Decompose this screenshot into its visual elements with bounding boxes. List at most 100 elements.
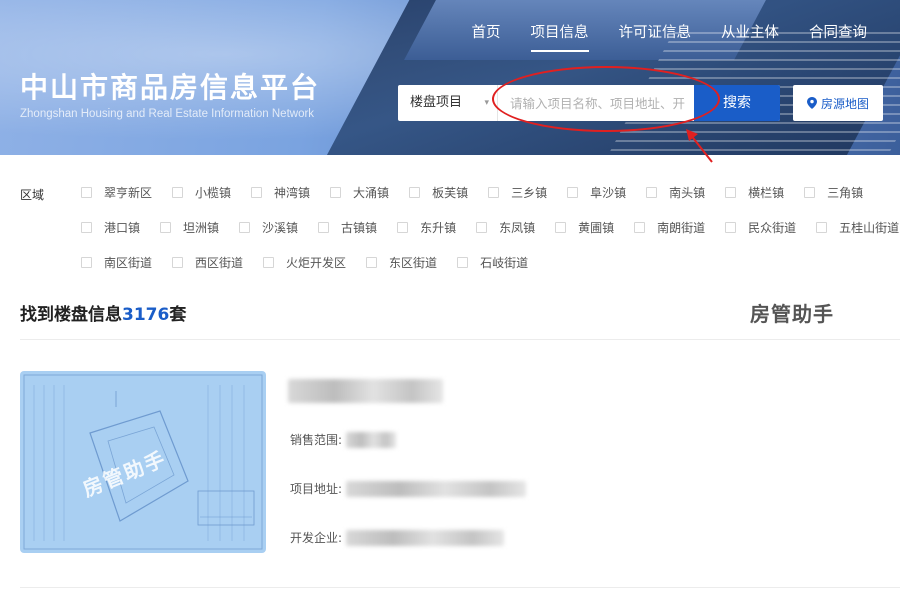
checkbox-icon[interactable] bbox=[646, 187, 658, 198]
checkbox-icon[interactable] bbox=[397, 222, 409, 233]
region-option[interactable]: 五桂山街道 bbox=[816, 219, 899, 236]
region-option-label: 三角镇 bbox=[827, 186, 864, 200]
region-options: 翠亨新区 小榄镇 神湾镇 大涌镇 板芙镇 三乡镇 阜沙镇 南头镇 横栏镇 三角镇港口镇 坦洲镇 沙溪镇… bbox=[81, 184, 899, 289]
region-option[interactable]: 坦洲镇 bbox=[160, 219, 219, 236]
site-title: 中山市商品房信息平台 bbox=[20, 71, 321, 104]
region-option[interactable]: 东凤镇 bbox=[476, 219, 535, 236]
search-type-select[interactable]: 楼盘项目 ▾ bbox=[398, 85, 498, 121]
result-count: 3176 bbox=[122, 305, 170, 325]
search-button[interactable]: 搜索 bbox=[694, 85, 780, 121]
checkbox-icon[interactable] bbox=[366, 257, 378, 268]
checkbox-icon[interactable] bbox=[318, 222, 330, 233]
checkbox-icon[interactable] bbox=[330, 187, 342, 198]
region-option[interactable]: 横栏镇 bbox=[725, 184, 784, 201]
project-thumbnail[interactable] bbox=[20, 371, 266, 553]
checkbox-icon[interactable] bbox=[816, 222, 828, 233]
sales-range-value-redacted bbox=[346, 431, 397, 448]
region-option[interactable]: 南头镇 bbox=[646, 184, 705, 201]
checkbox-icon[interactable] bbox=[725, 187, 737, 198]
region-option[interactable]: 东区街道 bbox=[366, 254, 437, 271]
region-option-label: 板芙镇 bbox=[432, 186, 469, 200]
nav-practitioners[interactable]: 从业主体 bbox=[706, 24, 794, 52]
developer-value-redacted bbox=[346, 529, 505, 546]
checkbox-icon[interactable] bbox=[81, 222, 92, 233]
checkbox-icon[interactable] bbox=[634, 222, 646, 233]
region-option-label: 东凤镇 bbox=[499, 221, 536, 235]
region-option[interactable]: 民众街道 bbox=[725, 219, 796, 236]
project-name-redacted[interactable] bbox=[288, 377, 443, 403]
region-option[interactable]: 古镇镇 bbox=[318, 219, 377, 236]
region-row: 南区街道 西区街道 火炬开发区 东区街道 石岐街道 bbox=[81, 254, 891, 289]
search-type-value: 楼盘项目 bbox=[410, 95, 463, 110]
region-option[interactable]: 小榄镇 bbox=[172, 184, 231, 201]
region-option-label: 南朗街道 bbox=[657, 221, 706, 235]
region-option-label: 阜沙镇 bbox=[590, 186, 627, 200]
sales-range-row: 销售范围: bbox=[290, 431, 397, 448]
region-row: 翠亨新区 小榄镇 神湾镇 大涌镇 板芙镇 三乡镇 阜沙镇 南头镇 横栏镇 三角镇 bbox=[81, 184, 891, 219]
checkbox-icon[interactable] bbox=[251, 187, 263, 198]
site-subtitle: Zhongshan Housing and Real Estate Inform… bbox=[20, 108, 315, 120]
checkbox-icon[interactable] bbox=[488, 187, 500, 198]
helper-watermark: 房管助手 bbox=[750, 302, 834, 326]
result-prefix: 找到楼盘信息 bbox=[20, 305, 122, 325]
nav-home[interactable]: 首页 bbox=[457, 24, 516, 52]
checkbox-icon[interactable] bbox=[567, 187, 579, 198]
checkbox-icon[interactable] bbox=[725, 222, 737, 233]
checkbox-icon[interactable] bbox=[409, 187, 421, 198]
region-option-label: 三乡镇 bbox=[511, 186, 548, 200]
region-option[interactable]: 西区街道 bbox=[172, 254, 243, 271]
checkbox-icon[interactable] bbox=[457, 257, 469, 268]
checkbox-icon[interactable] bbox=[476, 222, 488, 233]
checkbox-icon[interactable] bbox=[160, 222, 172, 233]
address-label: 项目地址: bbox=[290, 482, 343, 496]
region-option-label: 火炬开发区 bbox=[286, 256, 347, 270]
region-option[interactable]: 大涌镇 bbox=[330, 184, 389, 201]
region-option[interactable]: 板芙镇 bbox=[409, 184, 468, 201]
location-pin-icon bbox=[806, 97, 817, 109]
region-option-label: 五桂山街道 bbox=[839, 221, 900, 235]
header-banner: 中山市商品房信息平台 Zhongshan Housing and Real Es… bbox=[0, 0, 900, 155]
region-option-label: 东区街道 bbox=[389, 256, 438, 270]
region-option[interactable]: 翠亨新区 bbox=[81, 184, 152, 201]
region-option[interactable]: 火炬开发区 bbox=[263, 254, 346, 271]
region-option[interactable]: 东升镇 bbox=[397, 219, 456, 236]
address-row: 项目地址: bbox=[290, 480, 527, 497]
search-input[interactable] bbox=[498, 85, 694, 121]
region-option-label: 港口镇 bbox=[104, 221, 141, 235]
region-option[interactable]: 黄圃镇 bbox=[555, 219, 614, 236]
region-option[interactable]: 三乡镇 bbox=[488, 184, 547, 201]
project-name-blur bbox=[288, 378, 443, 403]
checkbox-icon[interactable] bbox=[263, 257, 275, 268]
checkbox-icon[interactable] bbox=[172, 187, 184, 198]
checkbox-icon[interactable] bbox=[81, 187, 92, 198]
region-option-label: 古镇镇 bbox=[341, 221, 378, 235]
housing-map-label: 房源地图 bbox=[820, 96, 869, 111]
result-suffix: 套 bbox=[169, 305, 187, 325]
region-option-label: 南头镇 bbox=[669, 186, 706, 200]
region-option[interactable]: 南朗街道 bbox=[634, 219, 705, 236]
checkbox-icon[interactable] bbox=[239, 222, 251, 233]
region-option[interactable]: 神湾镇 bbox=[251, 184, 310, 201]
region-option-label: 沙溪镇 bbox=[262, 221, 299, 235]
region-option[interactable]: 石岐街道 bbox=[457, 254, 528, 271]
nav-license-info[interactable]: 许可证信息 bbox=[604, 24, 707, 52]
region-option-label: 坦洲镇 bbox=[183, 221, 220, 235]
sales-range-label: 销售范围: bbox=[290, 433, 343, 447]
region-option-label: 石岐街道 bbox=[480, 256, 529, 270]
checkbox-icon[interactable] bbox=[81, 257, 92, 268]
region-option[interactable]: 沙溪镇 bbox=[239, 219, 298, 236]
checkbox-icon[interactable] bbox=[172, 257, 184, 268]
region-option-label: 翠亨新区 bbox=[104, 186, 153, 200]
region-option-label: 黄圃镇 bbox=[578, 221, 615, 235]
region-option[interactable]: 南区街道 bbox=[81, 254, 152, 271]
checkbox-icon[interactable] bbox=[555, 222, 567, 233]
region-option-label: 西区街道 bbox=[195, 256, 244, 270]
region-option-label: 大涌镇 bbox=[353, 186, 390, 200]
region-option[interactable]: 阜沙镇 bbox=[567, 184, 626, 201]
housing-map-button[interactable]: 房源地图 bbox=[793, 85, 883, 121]
checkbox-icon[interactable] bbox=[804, 187, 816, 198]
nav-contract-query[interactable]: 合同查询 bbox=[794, 24, 882, 52]
nav-project-info[interactable]: 项目信息 bbox=[516, 24, 604, 52]
region-option[interactable]: 三角镇 bbox=[804, 184, 863, 201]
region-option[interactable]: 港口镇 bbox=[81, 219, 140, 236]
